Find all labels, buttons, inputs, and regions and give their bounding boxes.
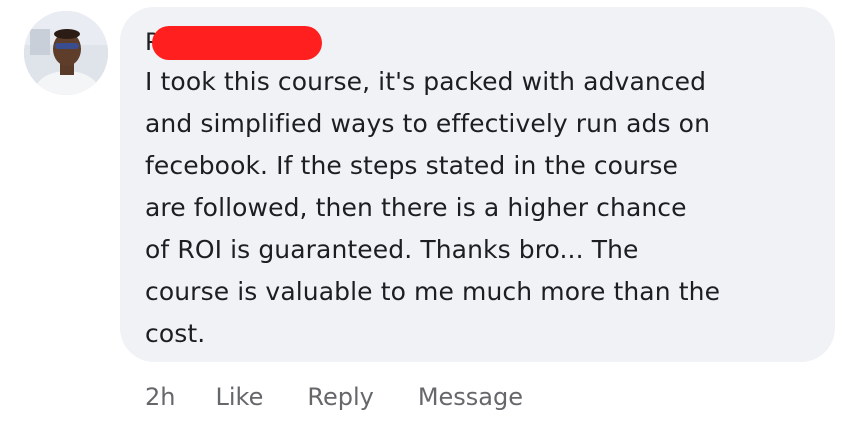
comment-line: fecebook. If the steps stated in the cou… xyxy=(145,151,679,180)
comment-actions: 2h Like Reply Message xyxy=(145,377,567,417)
comment-text: I took this course, it's packed with adv… xyxy=(145,61,810,355)
comment-line: I took this course, it's packed with adv… xyxy=(145,67,707,96)
comment-line: and simplified ways to effectively run a… xyxy=(145,109,711,138)
comment-line: cost. xyxy=(145,319,206,348)
like-button[interactable]: Like xyxy=(215,383,263,411)
avatar[interactable] xyxy=(24,11,108,95)
comment-line: of ROI is guaranteed. Thanks bro... The xyxy=(145,235,639,264)
message-button[interactable]: Message xyxy=(418,383,523,411)
comment-line: are followed, then there is a higher cha… xyxy=(145,193,687,222)
profile-photo-icon xyxy=(24,11,108,95)
comment-timestamp[interactable]: 2h xyxy=(145,383,175,411)
redaction-mark xyxy=(152,26,322,60)
reply-button[interactable]: Reply xyxy=(307,383,373,411)
comment-line: course is valuable to me much more than … xyxy=(145,277,721,306)
